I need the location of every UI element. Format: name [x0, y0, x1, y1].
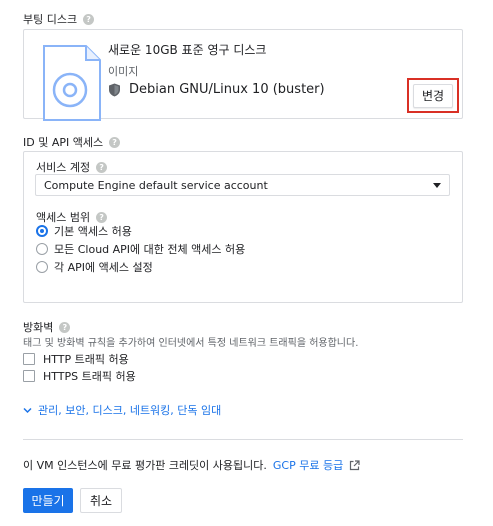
radio-label: 각 API에 액세스 설정	[54, 261, 153, 274]
free-trial-notice: 이 VM 인스턴스에 무료 평가판 크레딧이 사용됩니다. GCP 무료 등급	[23, 457, 360, 473]
create-button[interactable]: 만들기	[23, 488, 73, 513]
access-scope-options: 기본 액세스 허용 모든 Cloud API에 대한 전체 액세스 허용 각 A…	[36, 222, 245, 276]
radio-button[interactable]	[36, 261, 48, 273]
https-label: HTTPS 트래픽 허용	[43, 370, 136, 383]
management-expand-link[interactable]: 관리, 보안, 디스크, 네트워킹, 단독 임대	[23, 402, 221, 418]
divider	[23, 439, 463, 440]
cancel-button[interactable]: 취소	[80, 488, 122, 513]
http-checkbox-row[interactable]: HTTP 트래픽 허용	[23, 350, 129, 368]
service-account-label-row: 서비스 계정 ?	[36, 159, 108, 175]
radio-option-full[interactable]: 모든 Cloud API에 대한 전체 액세스 허용	[36, 240, 245, 258]
free-trial-text: 이 VM 인스턴스에 무료 평가판 크레딧이 사용됩니다.	[23, 459, 267, 472]
change-button[interactable]: 변경	[413, 83, 453, 108]
https-checkbox[interactable]	[23, 370, 35, 382]
help-icon[interactable]: ?	[83, 13, 95, 25]
identity-api-section-title: ID 및 API 액세스 ?	[23, 134, 121, 150]
change-highlight: 변경	[407, 78, 459, 113]
radio-button[interactable]	[36, 243, 48, 255]
radio-label: 기본 액세스 허용	[54, 225, 132, 238]
boot-disk-section-title: 부팅 디스크 ?	[23, 11, 95, 27]
firewall-section-title: 방화벽 ?	[23, 319, 71, 335]
help-icon[interactable]: ?	[96, 161, 108, 173]
radio-option-default[interactable]: 기본 액세스 허용	[36, 222, 245, 240]
firewall-description: 태그 및 방화벽 규칙을 추가하여 인터넷에서 특정 네트워크 트래픽을 허용합…	[23, 338, 359, 349]
identity-api-card: 서비스 계정 ? Compute Engine default service …	[23, 151, 463, 303]
external-link-icon[interactable]	[349, 459, 360, 471]
help-icon[interactable]: ?	[109, 136, 121, 148]
chevron-down-icon	[23, 407, 32, 413]
disk-name: 새로운 10GB 표준 영구 디스크	[108, 43, 267, 57]
shield-icon	[109, 83, 120, 96]
os-row: Debian GNU/Linux 10 (buster)	[108, 82, 325, 97]
boot-disk-card: 새로운 10GB 표준 영구 디스크 이미지 Debian GNU/Linux …	[23, 29, 463, 121]
radio-label: 모든 Cloud API에 대한 전체 액세스 허용	[54, 243, 246, 256]
boot-disk-title: 부팅 디스크	[23, 13, 78, 26]
help-icon[interactable]: ?	[59, 321, 71, 333]
radio-button[interactable]	[36, 225, 48, 237]
service-account-value: Compute Engine default service account	[44, 178, 268, 192]
disk-icon	[43, 45, 101, 121]
service-account-label: 서비스 계정	[36, 161, 91, 174]
https-checkbox-row[interactable]: HTTPS 트래픽 허용	[23, 367, 136, 385]
help-icon[interactable]: ?	[96, 211, 108, 223]
service-account-select[interactable]: Compute Engine default service account	[35, 174, 450, 196]
free-tier-link[interactable]: GCP 무료 등급	[273, 457, 343, 473]
firewall-title: 방화벽	[23, 321, 54, 334]
http-label: HTTP 트래픽 허용	[43, 353, 129, 366]
management-link-label: 관리, 보안, 디스크, 네트워킹, 단독 임대	[38, 404, 222, 417]
dropdown-arrow-icon	[433, 182, 441, 188]
image-label: 이미지	[108, 65, 139, 78]
http-checkbox[interactable]	[23, 353, 35, 365]
radio-option-per-api[interactable]: 각 API에 액세스 설정	[36, 258, 245, 276]
identity-api-title: ID 및 API 액세스	[23, 136, 104, 149]
os-name: Debian GNU/Linux 10 (buster)	[129, 82, 325, 97]
